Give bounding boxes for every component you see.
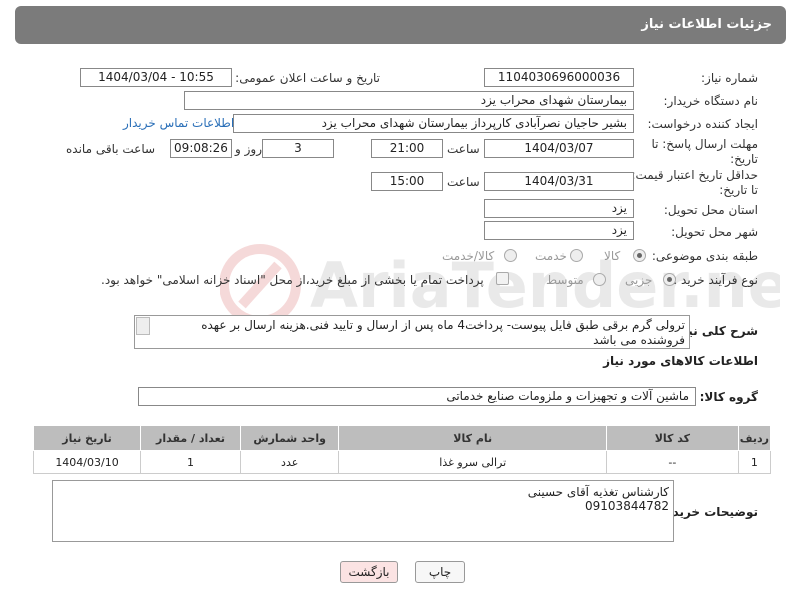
category-goods-label: کالا (604, 249, 621, 263)
page-header: جزئیات اطلاعات نیاز (15, 6, 786, 44)
category-service-radio[interactable] (570, 249, 583, 262)
remaining-time-field: 09:08:26 (170, 139, 232, 158)
validity-label-1: حداقل تاریخ اعتبار قیمت: (631, 168, 758, 182)
th-row: ردیف (737, 425, 772, 451)
deadline-time-label: ساعت (447, 142, 480, 156)
province-label: استان محل تحویل: (663, 203, 758, 217)
cell-need-date: 1404/03/10 (32, 450, 142, 474)
cell-unit: عدد (239, 450, 340, 474)
validity-label-2: تا تاریخ: (719, 183, 758, 197)
treasury-checkbox[interactable] (496, 272, 509, 285)
category-label: طبقه بندی موضوعی: (651, 249, 758, 263)
print-button[interactable]: چاپ (415, 561, 465, 583)
validity-time-label: ساعت (447, 175, 480, 189)
cell-item-name: ترالی سرو غذا (338, 450, 607, 474)
category-goods-service-label: کالا/خدمت (442, 249, 495, 263)
goods-table: تاریخ نیاز تعداد / مقدار واحد شمارش نام … (32, 425, 772, 474)
cell-row-number: 1 (737, 450, 772, 474)
deadline-label-1: مهلت ارسال پاسخ: تا (651, 137, 758, 151)
buyer-notes-line1: کارشناس تغذیه آقای حسینی (527, 485, 669, 499)
announce-label: تاریخ و ساعت اعلان عمومی: (235, 71, 380, 85)
th-item-name: نام کالا (338, 425, 607, 451)
process-medium-label: متوسط (546, 273, 584, 287)
description-textarea[interactable]: ترولی گرم برقی طبق فایل پیوست- پرداخت4 م… (134, 315, 690, 349)
category-goods-radio[interactable] (633, 249, 646, 262)
process-partial-radio[interactable] (663, 273, 676, 286)
need-number-label: شماره نیاز: (701, 71, 758, 85)
creator-field: بشیر حاجیان نصرآبادی کارپرداز بیمارستان … (233, 114, 634, 133)
city-label: شهر محل تحویل: (671, 225, 758, 239)
process-partial-label: جزیی (625, 273, 653, 287)
remaining-label: ساعت باقی مانده (66, 142, 156, 156)
back-button[interactable]: بازگشت (340, 561, 398, 583)
creator-label: ایجاد کننده درخواست: (647, 117, 758, 131)
need-number-field: 1104030696000036 (484, 68, 634, 87)
city-field: یزد (484, 221, 634, 240)
deadline-date-field: 1404/03/07 (484, 139, 634, 158)
goods-section-title: اطلاعات کالاهای مورد نیاز (603, 354, 758, 368)
cell-item-code: -- (606, 450, 739, 474)
goods-group-field: ماشین آلات و تجهیزات و ملزومات صنایع خدم… (138, 387, 696, 406)
buyer-notes-line2: 09103844782 (585, 499, 669, 513)
th-unit: واحد شمارش (239, 425, 340, 451)
buyer-org-field: بیمارستان شهدای محراب یزد (184, 91, 634, 110)
buyer-notes-box[interactable]: کارشناس تغذیه آقای حسینی 09103844782 (52, 480, 674, 542)
goods-group-label: گروه کالا: (699, 390, 758, 404)
category-goods-service-radio[interactable] (504, 249, 517, 262)
province-field: یزد (484, 199, 634, 218)
th-need-date: تاریخ نیاز (32, 425, 142, 451)
days-label: روز و (235, 142, 262, 156)
buyer-contact-link[interactable]: اطلاعات تماس خریدار (123, 116, 234, 130)
cell-quantity: 1 (140, 450, 241, 474)
category-service-label: خدمت (535, 249, 567, 263)
description-text: ترولی گرم برقی طبق فایل پیوست- پرداخت4 م… (201, 318, 685, 347)
days-field: 3 (262, 139, 334, 158)
page-title: جزئیات اطلاعات نیاز (641, 17, 772, 32)
deadline-time-field: 21:00 (371, 139, 443, 158)
scroll-arrows-icon[interactable] (136, 317, 150, 335)
validity-time-field: 15:00 (371, 172, 443, 191)
buyer-org-label: نام دستگاه خریدار: (663, 94, 759, 108)
th-quantity: تعداد / مقدار (140, 425, 241, 451)
th-item-code: کد کالا (606, 425, 739, 451)
table-row: 1404/03/10 1 عدد ترالی سرو غذا -- 1 (32, 450, 772, 474)
process-label: نوع فرآیند خرید : (673, 273, 758, 287)
process-medium-radio[interactable] (593, 273, 606, 286)
validity-date-field: 1404/03/31 (484, 172, 634, 191)
deadline-label-2: تاریخ: (730, 152, 758, 166)
announce-field: 1404/03/04 - 10:55 (80, 68, 232, 87)
payment-note: پرداخت تمام یا بخشی از مبلغ خرید،از محل … (101, 273, 484, 287)
